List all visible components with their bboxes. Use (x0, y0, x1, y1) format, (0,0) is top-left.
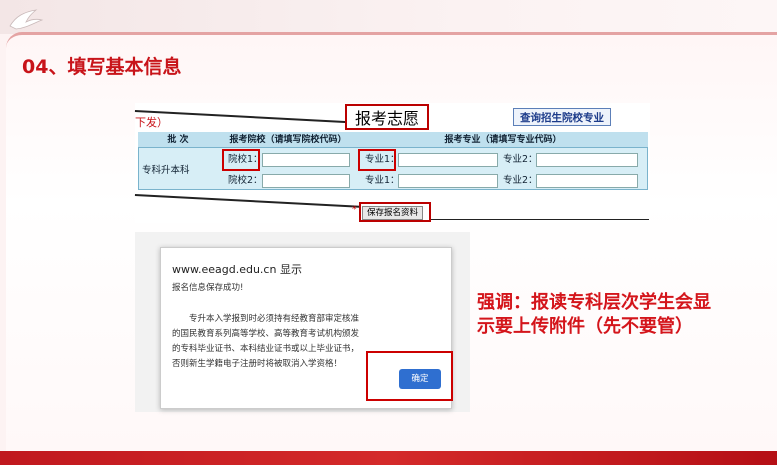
heading-fragment: 下发） (135, 116, 168, 129)
major2-input[interactable] (536, 153, 638, 167)
emphasis-note: 强调：报读专科层次学生会显 示要上传附件（先不要管） (477, 292, 711, 337)
dialog-message: 报名信息保存成功! (172, 283, 244, 293)
divider-line-right (431, 219, 649, 220)
query-colleges-button[interactable]: 查询招生院校专业 (513, 108, 611, 126)
major2b-label: 专业2： (503, 175, 538, 186)
save-highlight (359, 202, 431, 222)
top-strip (0, 0, 777, 34)
bottom-band (0, 451, 777, 465)
school-highlight (222, 149, 260, 171)
header-major: 报考专业（请填写专业代码） (358, 132, 648, 148)
major1-input[interactable] (398, 153, 498, 167)
dove-logo-icon (9, 9, 44, 30)
major1b-label: 专业1： (365, 175, 400, 186)
major1b-input[interactable] (398, 174, 498, 188)
school1-input[interactable] (262, 153, 350, 167)
major2b-input[interactable] (536, 174, 638, 188)
dialog-origin: www.eeagd.edu.cn 显示 (172, 263, 302, 276)
header-school: 报考院校（请填写院校代码） (218, 132, 358, 148)
major-highlight (358, 149, 396, 171)
dialog-body: 专升本入学报到时必须持有经教育部审定核准的国民教育系列高等学校、高等教育考试机构… (172, 314, 360, 369)
school2-label: 院校2： (228, 175, 263, 186)
school2-input[interactable] (262, 174, 350, 188)
slide-title: 04、填写基本信息 (22, 56, 182, 78)
major2-label: 专业2： (503, 154, 538, 165)
wish-label: 报考志愿 (345, 104, 429, 130)
required-mark: * (352, 205, 357, 215)
ok-highlight (366, 351, 453, 401)
batch-label: 专科升本科 (142, 165, 190, 176)
header-batch: 批 次 (138, 132, 218, 148)
